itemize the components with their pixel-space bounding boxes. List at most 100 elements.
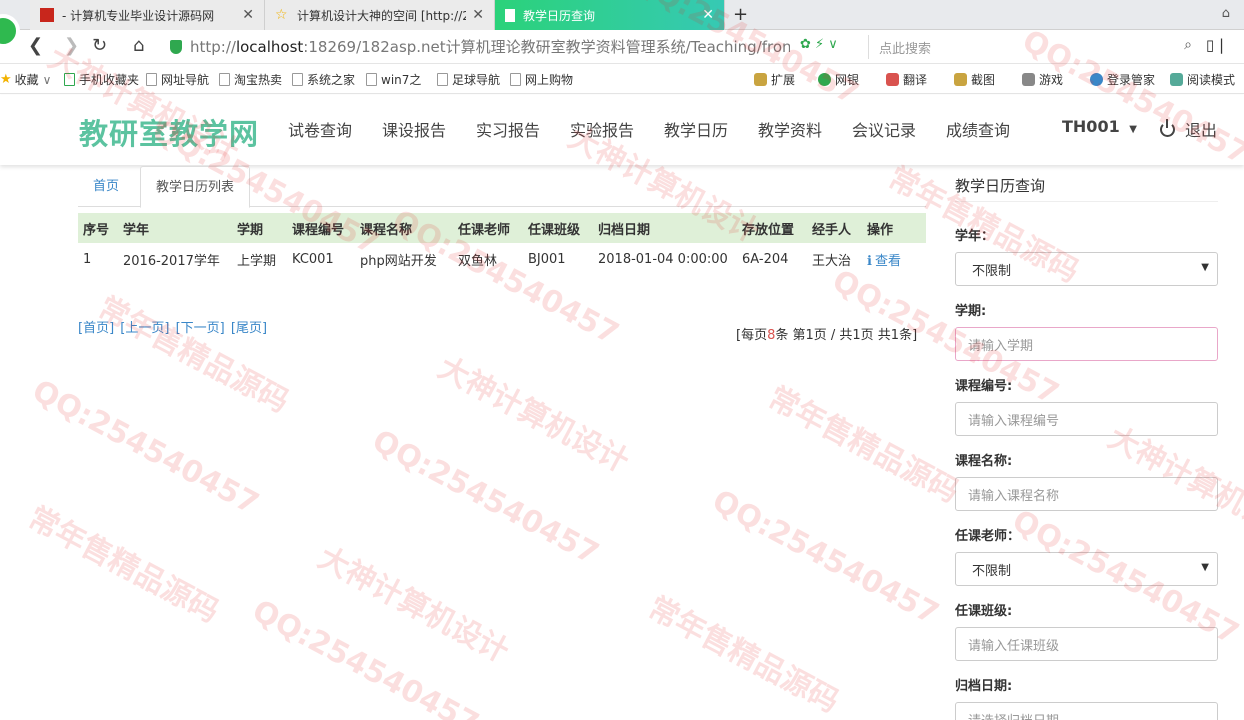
cell-course-name: php网站开发 — [360, 253, 437, 269]
refresh-icon[interactable]: ↻ — [92, 35, 107, 56]
bookmark-item[interactable]: 系统之家 — [292, 71, 355, 88]
book-icon — [1170, 73, 1183, 86]
bookmark-item[interactable]: 足球导航 — [437, 71, 500, 88]
bookmark-favorites[interactable]: ★ 收藏 ∨ — [0, 71, 51, 88]
course-code-input[interactable]: 请输入课程编号 — [955, 402, 1218, 436]
home-icon[interactable]: ⌂ — [133, 35, 144, 56]
url-path: :18269/182asp.net计算机理论教研室教学资料管理系统/Teachi… — [303, 38, 790, 56]
page-icon — [505, 8, 515, 22]
tab-calendar-list[interactable]: 教学日历列表 — [140, 166, 251, 208]
user-menu[interactable]: TH001 ▼ — [1062, 117, 1137, 136]
shirt-icon[interactable]: ⌂ — [1222, 6, 1230, 21]
lightning-icon[interactable]: ✿ ⚡ ∨ — [800, 37, 838, 52]
nav-teaching-calendar[interactable]: 教学日历 — [664, 117, 728, 141]
select-value: 不限制 — [972, 563, 1012, 579]
search-input[interactable]: 点此搜索 ⌕ — [868, 35, 1198, 59]
bookmark-item[interactable]: 淘宝热卖 — [219, 71, 282, 88]
page-next-link[interactable]: [下一页] — [176, 321, 225, 336]
search-placeholder: 点此搜索 — [879, 41, 932, 57]
tool-reader-mode[interactable]: 阅读模式 — [1170, 71, 1235, 88]
nav-experiment-report[interactable]: 实验报告 — [570, 117, 634, 141]
bookmark-item[interactable]: 网址导航 — [146, 71, 209, 88]
view-label: 查看 — [874, 253, 901, 269]
field-label: 任课班级: — [955, 604, 1013, 619]
close-icon[interactable]: ✕ — [242, 7, 254, 23]
site-header: 教研室教学网 试卷查询 课设报告 实习报告 实验报告 教学日历 教学资料 会议记… — [0, 95, 1244, 165]
tool-label: 截图 — [971, 73, 996, 87]
browser-tab-2[interactable]: ☆ 计算机设计大神的空间 [http://2 ✕ — [265, 0, 495, 30]
search-icon[interactable]: ⌕ — [1184, 37, 1192, 53]
phone-icon[interactable]: ▯ | — [1206, 36, 1224, 54]
query-panel: 教学日历查询 学年： 不限制 ▼ 学期: 请输入学期 课程编号: 请输入课程编号… — [955, 166, 1218, 720]
field-teacher: 任课老师： 不限制 ▼ — [955, 525, 1218, 586]
field-course-code: 课程编号: 请输入课程编号 — [955, 375, 1218, 436]
tool-extensions[interactable]: 扩展 — [754, 71, 795, 88]
view-link[interactable]: ℹ 查看 — [867, 254, 901, 269]
watermark-text: 常年售精品源码 — [92, 290, 295, 420]
bookmark-label: 收藏 — [14, 73, 39, 87]
bookmark-item[interactable]: 网上购物 — [510, 71, 573, 88]
watermark-text: 大神计算机设计 — [312, 540, 515, 670]
bookmark-label: 系统之家 — [307, 73, 356, 87]
bookmark-item[interactable]: 手机收藏夹 — [64, 71, 139, 88]
field-class: 任课班级: 请输入任课班级 — [955, 600, 1218, 661]
nav-course-design[interactable]: 课设报告 — [382, 117, 446, 141]
input-placeholder: 请输入课程编号 — [968, 413, 1060, 429]
page-icon — [437, 73, 448, 86]
cell-index: 1 — [83, 251, 92, 267]
teacher-select[interactable]: 不限制 ▼ — [955, 552, 1218, 586]
nav-internship-report[interactable]: 实习报告 — [476, 117, 540, 141]
close-icon[interactable]: ✕ — [702, 7, 714, 23]
page-first-link[interactable]: [首页] — [78, 321, 114, 336]
nav-teaching-materials[interactable]: 教学资料 — [758, 117, 822, 141]
page-icon — [292, 73, 303, 86]
browser-tab-bar: - 计算机专业毕业设计源码网 ✕ ☆ 计算机设计大神的空间 [http://2 … — [0, 0, 1244, 48]
term-input[interactable]: 请输入学期 — [955, 327, 1218, 361]
nav-score-query[interactable]: 成绩查询 — [946, 117, 1010, 141]
bookmark-item[interactable]: win7之 — [366, 71, 421, 88]
nav-meeting-records[interactable]: 会议记录 — [852, 117, 916, 141]
column-header: 学期 — [232, 213, 287, 243]
back-icon[interactable]: ❮ — [28, 35, 43, 56]
column-header: 归档日期 — [593, 213, 737, 243]
class-input[interactable]: 请输入任课班级 — [955, 627, 1218, 661]
archive-date-input[interactable]: 请选择归档日期 — [955, 702, 1218, 720]
info-icon: ℹ — [867, 253, 872, 269]
cell-location: 6A-204 — [742, 251, 789, 267]
gamepad-icon — [1022, 73, 1035, 86]
field-label: 归档日期: — [955, 679, 1013, 694]
new-tab-button[interactable]: + — [733, 4, 748, 25]
tool-translate[interactable]: 翻译 — [886, 71, 927, 88]
tool-screenshot[interactable]: 截图 — [954, 71, 995, 88]
tool-games[interactable]: 游戏 — [1022, 71, 1063, 88]
tool-banking[interactable]: 网银 — [818, 71, 859, 88]
logout-button[interactable]: 退出 — [1160, 117, 1217, 141]
page-prev-link[interactable]: [上一页] — [120, 321, 169, 336]
nav-exam-query[interactable]: 试卷查询 — [288, 117, 352, 141]
input-placeholder: 请输入课程名称 — [968, 488, 1060, 504]
forward-icon[interactable]: ❯ — [64, 35, 79, 56]
pager-info-suffix: 条 第1页 / 共1页 共1条] — [775, 328, 918, 343]
site-brand[interactable]: 教研室教学网 — [79, 111, 259, 153]
year-select[interactable]: 不限制 ▼ — [955, 252, 1218, 286]
browser-tab-1[interactable]: - 计算机专业毕业设计源码网 ✕ — [30, 0, 265, 30]
column-header: 操作 — [862, 213, 926, 243]
pagination-info: [每页8条 第1页 / 共1页 共1条] — [736, 324, 917, 343]
close-icon[interactable]: ✕ — [472, 7, 484, 23]
cell-course-code: KC001 — [292, 251, 334, 267]
star-icon: ★ — [0, 72, 12, 87]
power-icon — [1160, 118, 1175, 137]
page-last-link[interactable]: [尾页] — [231, 321, 267, 336]
user-name: TH001 — [1062, 117, 1120, 136]
watermark-text: 大神计算机设计 — [432, 350, 635, 480]
column-header: 课程名称 — [355, 213, 453, 243]
tab-title: 计算机设计大神的空间 [http://2 — [297, 8, 467, 23]
browser-tab-active[interactable]: 教学日历查询 ✕ — [495, 0, 725, 30]
tab-home[interactable]: 首页 — [78, 166, 134, 207]
watermark-text: QQ:254540457 — [26, 373, 265, 522]
url-host: localhost — [235, 38, 304, 56]
input-placeholder: 请输入学期 — [968, 338, 1034, 354]
course-name-input[interactable]: 请输入课程名称 — [955, 477, 1218, 511]
url-input[interactable]: http://localhost:18269/182asp.net计算机理论教研… — [170, 34, 860, 59]
tool-login-manager[interactable]: 登录管家 — [1090, 71, 1155, 88]
